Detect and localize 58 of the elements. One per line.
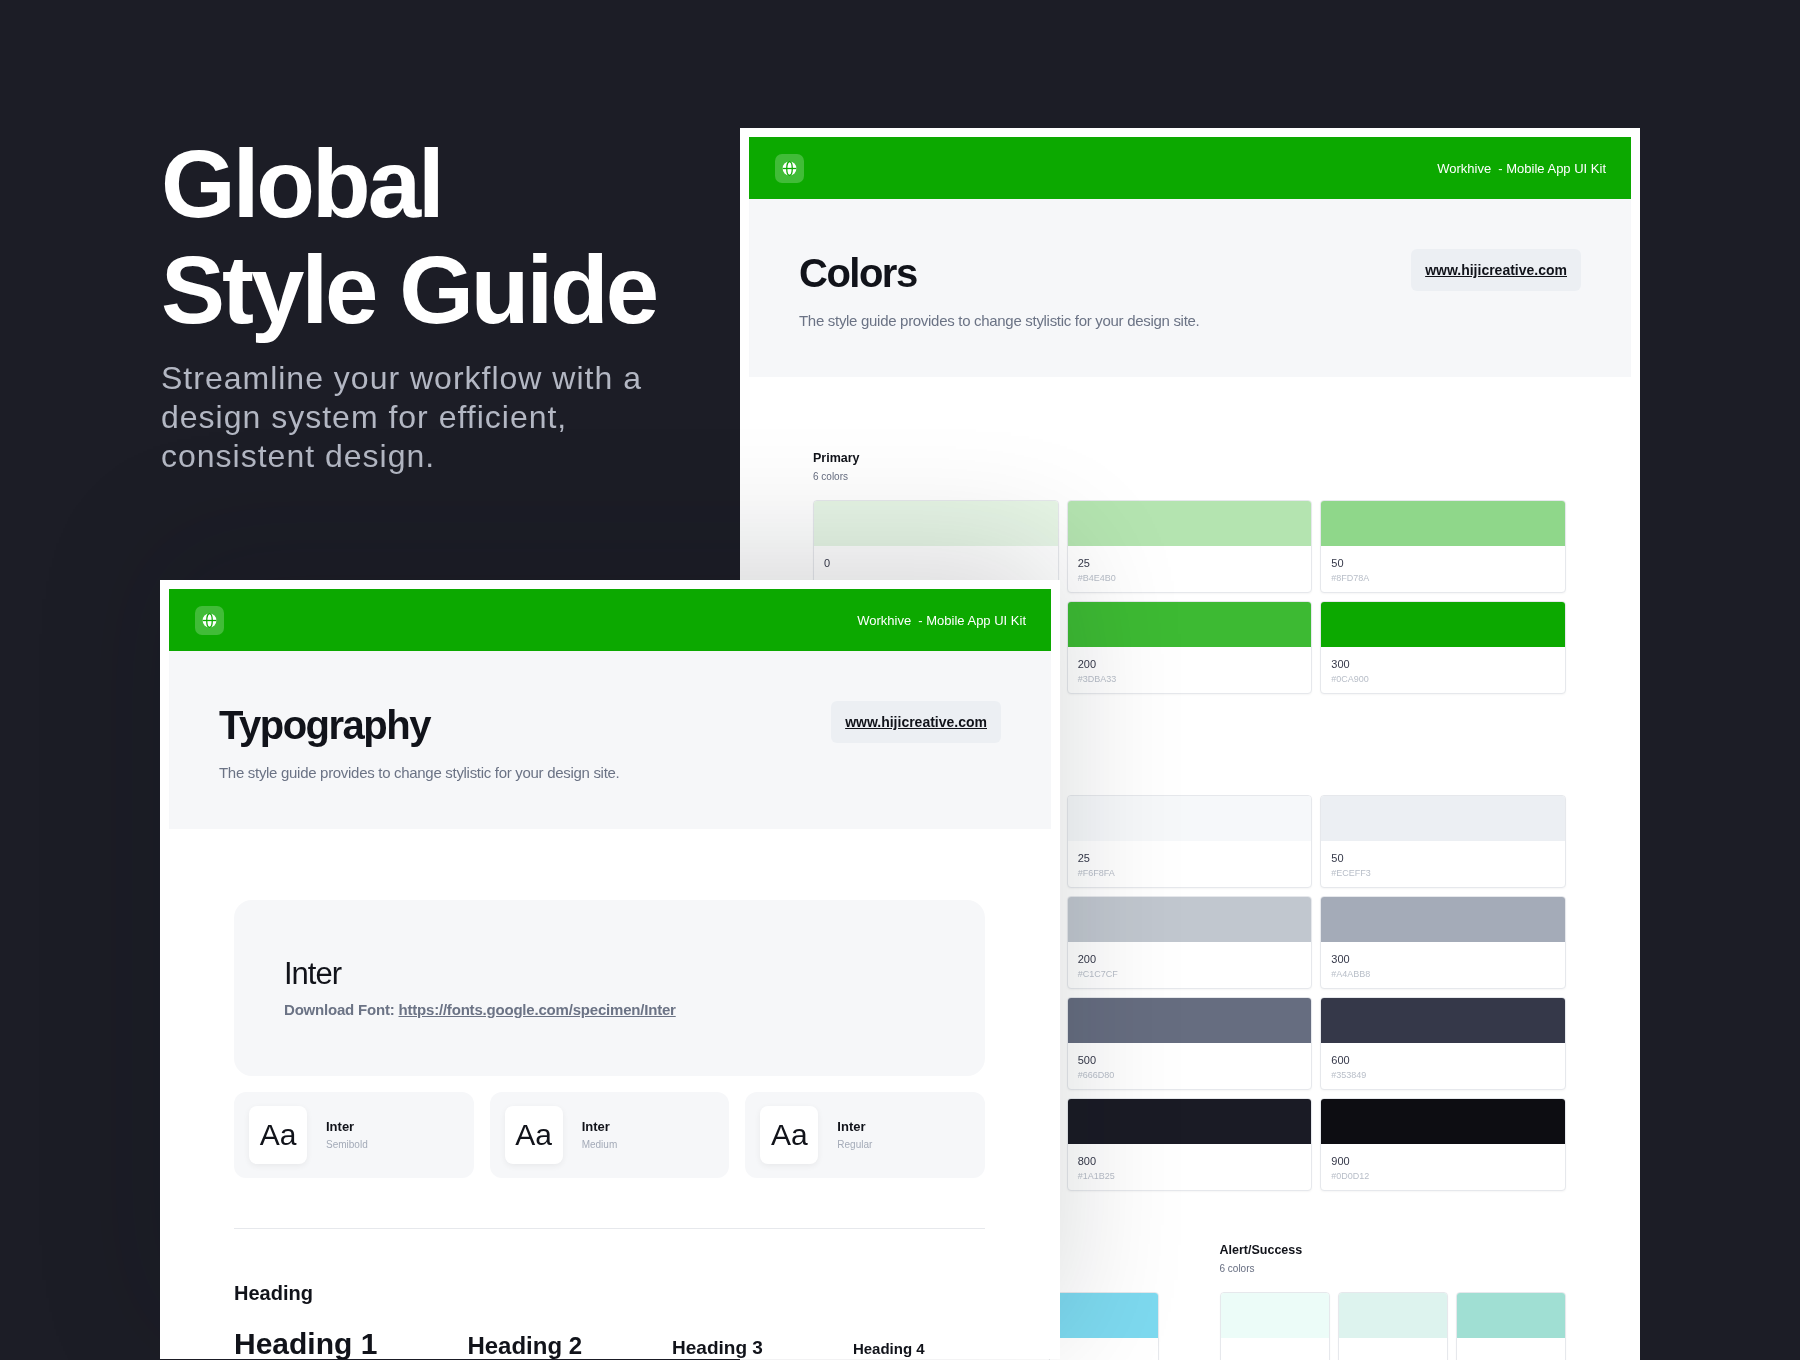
page-title: Colors [799, 250, 917, 297]
hex-code: #8FD78A [1331, 572, 1370, 584]
font-name: Inter [837, 1119, 866, 1135]
section-title: Heading [234, 1281, 313, 1305]
shade-label: 800 [1077, 1154, 1096, 1168]
shade-label: 300 [1331, 657, 1350, 671]
globe-icon [775, 153, 804, 183]
shade-label: 200 [1077, 657, 1096, 671]
shade-label: 25 [1077, 851, 1090, 865]
palette-count: 6 colors [813, 470, 848, 484]
font-name: Inter [284, 956, 342, 992]
heading-sample: Heading 4 [852, 1341, 925, 1356]
shade-label: 300 [1331, 952, 1350, 966]
download-font-text: Download Font: https://fonts.google.com/specimen/Inter [284, 1000, 676, 1020]
brand-text: Workhive - Mobile App UI Kit [1437, 160, 1606, 176]
website-link[interactable]: www.hijicreative.com [1411, 249, 1581, 291]
font-link[interactable]: https://fonts.google.com/specimen/Inter [398, 1001, 676, 1018]
weight-label: Regular [837, 1139, 873, 1151]
brand-text: Workhive - Mobile App UI Kit [857, 612, 1026, 628]
page-description: The style guide provides to change stylistic for your design site. [799, 311, 1200, 331]
palette-title: Primary [813, 450, 860, 467]
shade-label: 50 [1331, 851, 1344, 865]
page-title: Typography [219, 702, 430, 749]
heading-sample: Heading 1 [234, 1329, 378, 1359]
hex-code: #3DBA33 [1077, 673, 1117, 685]
hex-code: #B4E4B0 [1077, 572, 1116, 584]
hex-code: #353849 [1331, 1069, 1367, 1081]
shade-label: 200 [1077, 952, 1096, 966]
shade-label: 50 [1331, 556, 1344, 570]
page-description: The style guide provides to change stylistic for your design site. [219, 763, 620, 783]
hero-subtitle: Streamline your workflow with a design system for efficient, consistent design. [161, 359, 643, 476]
hex-code: #666D80 [1077, 1069, 1115, 1081]
font-sample: Aa [760, 1106, 819, 1164]
hex-code: #0CA900 [1331, 673, 1369, 685]
heading-sample: Heading 2 [467, 1334, 583, 1358]
font-name: Inter [581, 1119, 610, 1135]
hex-code: #0D0D12 [1331, 1170, 1370, 1182]
hex-code: #A4ABB8 [1331, 968, 1371, 980]
globe-icon [195, 605, 224, 635]
shade-label: 900 [1331, 1154, 1350, 1168]
font-sample: Aa [504, 1106, 563, 1164]
shade-label: 600 [1331, 1053, 1350, 1067]
hex-code: #F6F8FA [1077, 867, 1115, 879]
hex-code: #ECEFF3 [1331, 867, 1371, 879]
weight-label: Semibold [326, 1139, 368, 1151]
shade-label: 500 [1077, 1053, 1096, 1067]
hex-code: #1A1B25 [1077, 1170, 1115, 1182]
hex-code: #C1C7CF [1077, 968, 1118, 980]
hero-title: Global Style Guide [161, 131, 658, 343]
palette-count: 6 colors [1219, 1262, 1255, 1276]
font-sample: Aa [249, 1106, 307, 1164]
shade-label: 0 [824, 556, 831, 570]
heading-sample: Heading 3 [672, 1338, 763, 1357]
palette-title: Alert/Success [1219, 1242, 1303, 1259]
website-link[interactable]: www.hijicreative.com [831, 701, 1001, 743]
font-name: Inter [326, 1119, 355, 1135]
shade-label: 25 [1077, 556, 1090, 570]
weight-label: Medium [581, 1139, 618, 1151]
